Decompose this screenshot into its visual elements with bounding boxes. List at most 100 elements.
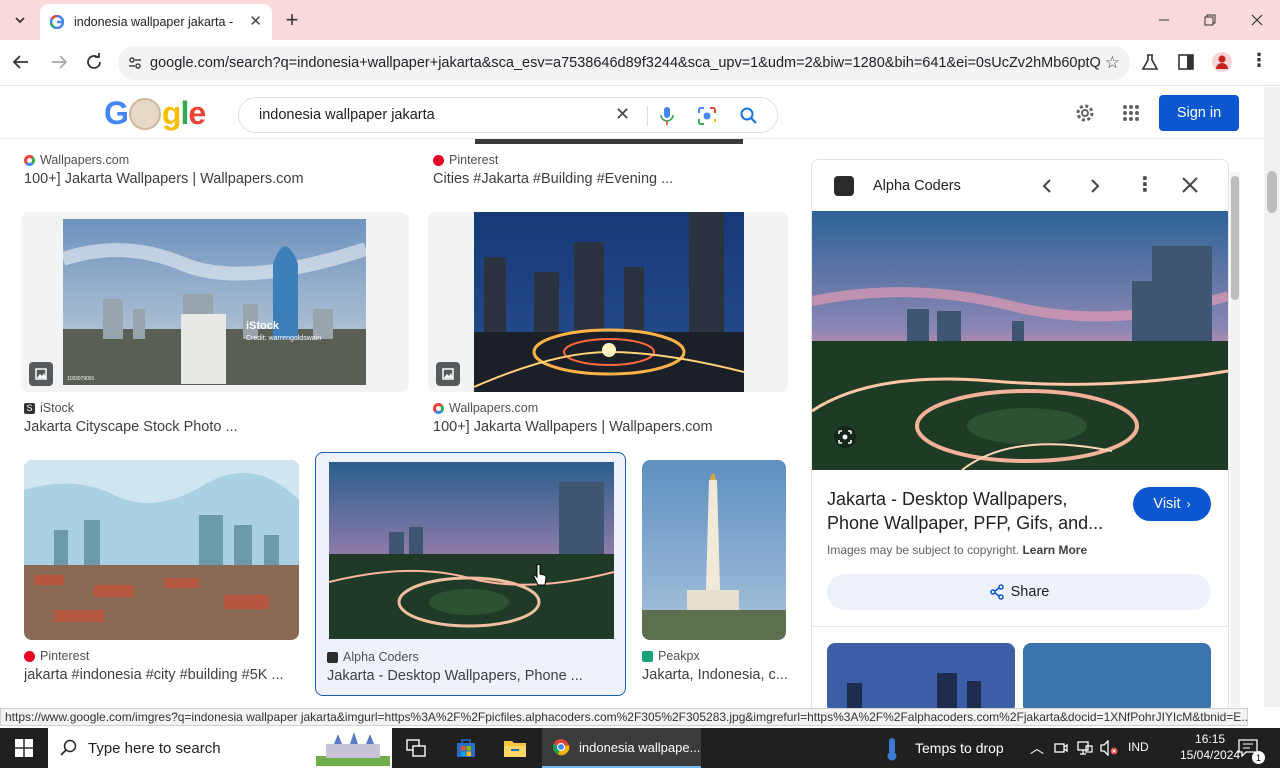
volume-muted-icon[interactable] [1100, 740, 1118, 756]
share-button[interactable]: Share [827, 574, 1211, 610]
close-panel-icon[interactable] [1182, 177, 1198, 193]
tab-search-button[interactable] [6, 6, 34, 34]
browser-menu-button[interactable]: ⋮ [1250, 50, 1268, 71]
copyright-text: Images may be subject to copyright. [827, 543, 1020, 557]
result-caption[interactable]: Wallpapers.com 100+] Jakarta Wallpapers … [433, 401, 783, 435]
arrow-right-icon [52, 55, 68, 69]
panel-source-name[interactable]: Alpha Coders [873, 178, 961, 194]
settings-gear-icon[interactable] [1074, 102, 1096, 124]
search-placeholder: Type here to search [88, 739, 221, 757]
panel-scrollbar[interactable] [1230, 172, 1240, 707]
clock-time: 16:15 [1195, 732, 1226, 746]
meet-now-icon[interactable] [1054, 741, 1068, 755]
input-language[interactable]: IND [1128, 740, 1149, 754]
new-tab-button[interactable]: + [278, 6, 306, 34]
clear-search-icon[interactable]: ✕ [615, 104, 630, 125]
image-result-card[interactable] [24, 460, 299, 640]
panel-divider [812, 626, 1228, 627]
microsoft-store-icon[interactable] [455, 737, 477, 759]
address-bar[interactable]: google.com/search?q=indonesia+wallpaper+… [118, 46, 1130, 80]
page-scrollbar[interactable] [1264, 87, 1280, 707]
google-lens-icon[interactable] [697, 106, 717, 126]
windows-start-icon[interactable] [15, 739, 33, 757]
result-title[interactable]: 100+] Jakarta Wallpapers | Wallpapers.co… [433, 419, 783, 435]
result-title[interactable]: 100+] Jakarta Wallpapers | Wallpapers.co… [24, 171, 404, 187]
labs-button[interactable] [1141, 53, 1159, 76]
google-logo[interactable]: Ggle [104, 95, 206, 132]
chevron-down-icon [15, 17, 25, 24]
result-caption[interactable]: Wallpapers.com 100+] Jakarta Wallpapers … [24, 153, 404, 187]
pinterest-icon [24, 650, 35, 662]
side-panel-button[interactable] [1177, 53, 1195, 76]
source-name: Pinterest [40, 649, 90, 663]
windows-taskbar: Type here to search indonesia wallpape..… [0, 728, 1280, 768]
browser-tab[interactable]: indonesia wallpaper jakarta - G ✕ [40, 4, 272, 40]
related-image-thumbnail[interactable] [827, 643, 1015, 709]
minimize-button[interactable] [1150, 6, 1178, 34]
next-image-button[interactable] [1086, 177, 1104, 195]
google-lens-search-icon[interactable] [834, 426, 856, 448]
system-clock[interactable]: 16:15 15/04/2024 [1180, 731, 1240, 763]
result-title[interactable]: Jakarta - Desktop Wallpapers, Phone ... [327, 668, 617, 684]
chevron-right-icon: › [1186, 497, 1191, 511]
result-caption[interactable]: Pinterest Cities #Jakarta #Building #Eve… [433, 153, 783, 187]
result-caption[interactable]: Pinterest jakarta #indonesia #city #buil… [24, 649, 304, 683]
task-view-icon[interactable] [406, 739, 426, 757]
forward-button[interactable] [50, 53, 68, 76]
visit-button[interactable]: Visit › [1133, 487, 1211, 521]
image-result-card[interactable]: iStock Credit: warrengoldswain 118307909… [21, 212, 409, 392]
bookmark-star-icon[interactable]: ☆ [1105, 53, 1120, 73]
show-hidden-icons-chevron-icon[interactable]: ︿ [1030, 738, 1044, 758]
learn-more-link[interactable]: Learn More [1022, 543, 1087, 557]
thermometer-weather-icon[interactable] [885, 737, 899, 761]
tab-close-icon[interactable]: ✕ [249, 12, 262, 30]
alpha-coders-icon [327, 651, 338, 663]
panel-title[interactable]: Jakarta - Desktop Wallpapers, Phone Wall… [827, 487, 1117, 535]
restore-button[interactable] [1196, 6, 1224, 34]
result-source: Wallpapers.com [433, 401, 783, 415]
network-icon[interactable] [1077, 740, 1093, 756]
tab-title: indonesia wallpaper jakarta - G [74, 15, 234, 29]
apps-grid-icon[interactable] [1122, 104, 1140, 122]
result-title[interactable]: Jakarta Cityscape Stock Photo ... [24, 419, 404, 435]
search-icon[interactable] [739, 106, 759, 126]
search-box[interactable]: indonesia wallpaper jakarta ✕ [238, 97, 778, 133]
selected-result-card[interactable]: Alpha Coders Jakarta - Desktop Wallpaper… [315, 452, 626, 696]
jakarta-night-roundabout-image [474, 212, 744, 392]
preview-image[interactable] [812, 211, 1228, 470]
result-title[interactable]: Cities #Jakarta #Building #Evening ... [433, 171, 783, 187]
result-caption[interactable]: S iStock Jakarta Cityscape Stock Photo .… [24, 401, 404, 435]
result-caption[interactable]: Peakpx Jakarta, Indonesia, c... [642, 649, 792, 683]
reload-button[interactable] [85, 53, 103, 76]
clock-date: 15/04/2024 [1180, 748, 1241, 762]
image-thumbnail-bottom-edge[interactable] [475, 139, 743, 144]
jakarta-city-rooftops-image [24, 460, 299, 640]
mouse-pointer-hand-icon [533, 564, 547, 586]
castle-search-highlight-icon [316, 732, 390, 766]
page-scrollbar-thumb[interactable] [1267, 171, 1277, 213]
person-icon [1216, 55, 1228, 69]
image-result-card[interactable] [428, 212, 788, 392]
profile-avatar[interactable] [1212, 52, 1232, 72]
related-image-thumbnail[interactable] [1023, 643, 1211, 709]
result-title[interactable]: jakarta #indonesia #city #building #5K .… [24, 667, 304, 683]
taskbar-search-box[interactable]: Type here to search [48, 728, 392, 768]
result-caption[interactable]: Alpha Coders Jakarta - Desktop Wallpaper… [327, 650, 617, 684]
chrome-icon [552, 739, 570, 756]
reload-icon [87, 53, 101, 69]
microphone-icon[interactable] [659, 106, 675, 126]
panel-more-options-icon[interactable]: ⋮ [1135, 172, 1155, 197]
close-window-button[interactable] [1243, 6, 1271, 34]
flask-icon [1141, 54, 1159, 70]
istock-watermark: iStock [246, 320, 280, 332]
panel-scrollbar-thumb[interactable] [1231, 176, 1239, 300]
sign-in-button[interactable]: Sign in [1159, 95, 1239, 131]
result-title[interactable]: Jakarta, Indonesia, c... [642, 667, 792, 683]
back-button[interactable] [12, 53, 30, 76]
taskbar-chrome-window[interactable]: indonesia wallpape... [542, 728, 701, 768]
image-result-card[interactable] [642, 460, 786, 640]
wallpapers-site-icon [433, 402, 444, 414]
file-explorer-icon[interactable] [503, 738, 527, 758]
previous-image-button[interactable] [1038, 177, 1056, 195]
weather-text[interactable]: Temps to drop [915, 740, 1004, 756]
